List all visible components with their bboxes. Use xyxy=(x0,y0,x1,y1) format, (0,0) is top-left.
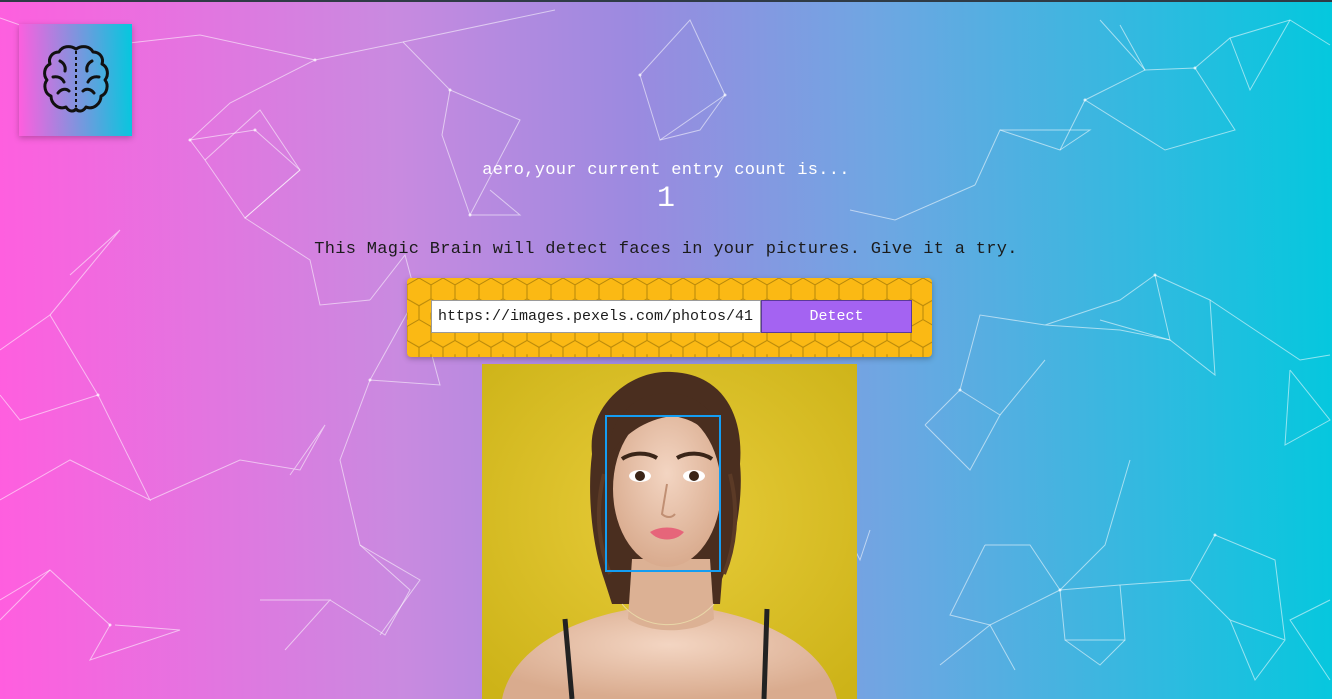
image-url-input[interactable] xyxy=(431,300,761,333)
detected-photo xyxy=(482,364,857,699)
face-bounding-box xyxy=(605,415,721,572)
brain-icon xyxy=(42,45,109,113)
entry-count-value: 1 xyxy=(656,182,675,216)
entry-count-label: aero,your current entry count is... xyxy=(482,161,850,180)
logo xyxy=(19,24,132,136)
image-link-form: Detect xyxy=(407,278,932,357)
app-description: This Magic Brain will detect faces in yo… xyxy=(314,240,1018,259)
detect-button[interactable]: Detect xyxy=(761,300,912,333)
